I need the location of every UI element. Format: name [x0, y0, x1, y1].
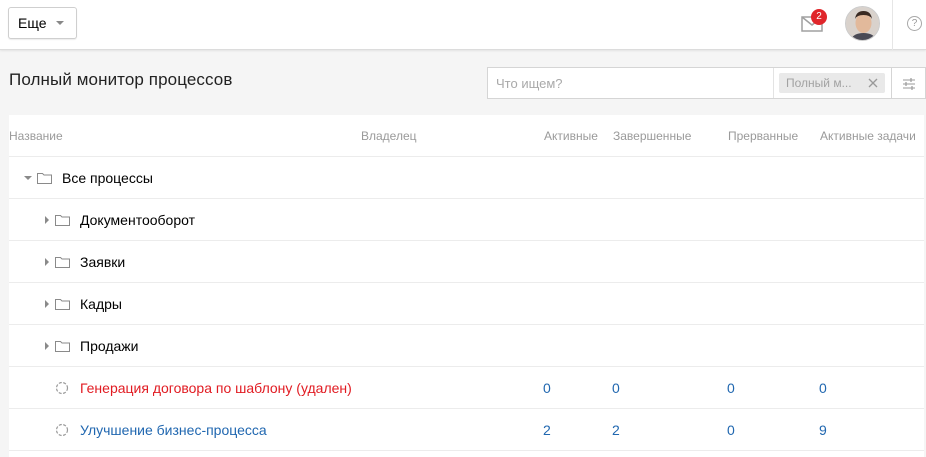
mail-badge: 2	[811, 9, 827, 25]
top-bar: Еще 2 ?	[0, 0, 926, 50]
filter-chip-label: Полный м...	[786, 76, 852, 90]
interrupted-count[interactable]: 0	[727, 380, 735, 396]
table-row[interactable]: Улучшение бизнес-процесса 2 2 0 9	[9, 409, 924, 451]
process-name[interactable]: Улучшение бизнес-процесса	[80, 422, 267, 438]
expand-arrow-icon[interactable]	[45, 300, 49, 308]
search-input[interactable]	[488, 68, 772, 98]
completed-count[interactable]: 2	[612, 422, 620, 438]
folder-label[interactable]: Кадры	[80, 296, 122, 312]
process-icon	[55, 381, 69, 395]
top-bar-divider	[892, 0, 893, 50]
expand-arrow-icon[interactable]	[45, 216, 49, 224]
active-tasks-count[interactable]: 9	[819, 422, 827, 438]
filter-settings-button[interactable]	[892, 67, 926, 99]
folder-icon	[55, 299, 70, 310]
table-header: Название Владелец Активные Завершенные П…	[9, 115, 924, 157]
expand-arrow-icon[interactable]	[45, 342, 49, 350]
folder-icon	[55, 257, 70, 268]
folder-icon	[55, 215, 70, 226]
chevron-down-icon	[56, 21, 64, 25]
user-photo-icon	[846, 7, 879, 40]
process-icon	[55, 423, 69, 437]
collapse-arrow-icon[interactable]	[24, 176, 32, 180]
column-name[interactable]: Название	[9, 129, 63, 143]
column-active[interactable]: Активные	[544, 129, 598, 143]
table-row[interactable]: Кадры	[9, 283, 924, 325]
active-count[interactable]: 0	[543, 380, 551, 396]
more-button-label: Еще	[18, 15, 47, 31]
table-row[interactable]: Генерация договора по шаблону (удален) 0…	[9, 367, 924, 409]
more-button[interactable]: Еще	[8, 7, 77, 39]
process-table: Название Владелец Активные Завершенные П…	[9, 115, 924, 457]
active-tasks-count[interactable]: 0	[819, 380, 827, 396]
table-row[interactable]: Документооборот	[9, 199, 924, 241]
table-row[interactable]: Продажи	[9, 325, 924, 367]
interrupted-count[interactable]: 0	[727, 422, 735, 438]
completed-count[interactable]: 0	[612, 380, 620, 396]
table-row[interactable]: Заявки	[9, 241, 924, 283]
search-box: Полный м...	[487, 67, 892, 99]
folder-icon	[37, 173, 52, 184]
folder-label[interactable]: Заявки	[80, 254, 125, 270]
close-icon[interactable]	[868, 78, 878, 88]
filter-settings-icon	[903, 78, 915, 90]
active-count[interactable]: 2	[543, 422, 551, 438]
table-row[interactable]: Все процессы	[9, 157, 924, 199]
column-interrupted[interactable]: Прерванные	[728, 129, 798, 143]
folder-label[interactable]: Продажи	[80, 338, 138, 354]
column-active-tasks[interactable]: Активные задачи	[820, 129, 916, 143]
filter-chip[interactable]: Полный м...	[779, 73, 885, 93]
process-name[interactable]: Генерация договора по шаблону (удален)	[80, 380, 352, 396]
search-divider	[773, 68, 774, 98]
folder-label[interactable]: Документооборот	[80, 212, 195, 228]
help-icon[interactable]: ?	[907, 16, 922, 31]
avatar[interactable]	[845, 6, 880, 41]
folder-icon	[55, 341, 70, 352]
expand-arrow-icon[interactable]	[45, 258, 49, 266]
page-title: Полный монитор процессов	[9, 70, 233, 89]
column-owner[interactable]: Владелец	[361, 129, 417, 143]
column-completed[interactable]: Завершенные	[613, 129, 691, 143]
folder-label[interactable]: Все процессы	[62, 170, 153, 186]
